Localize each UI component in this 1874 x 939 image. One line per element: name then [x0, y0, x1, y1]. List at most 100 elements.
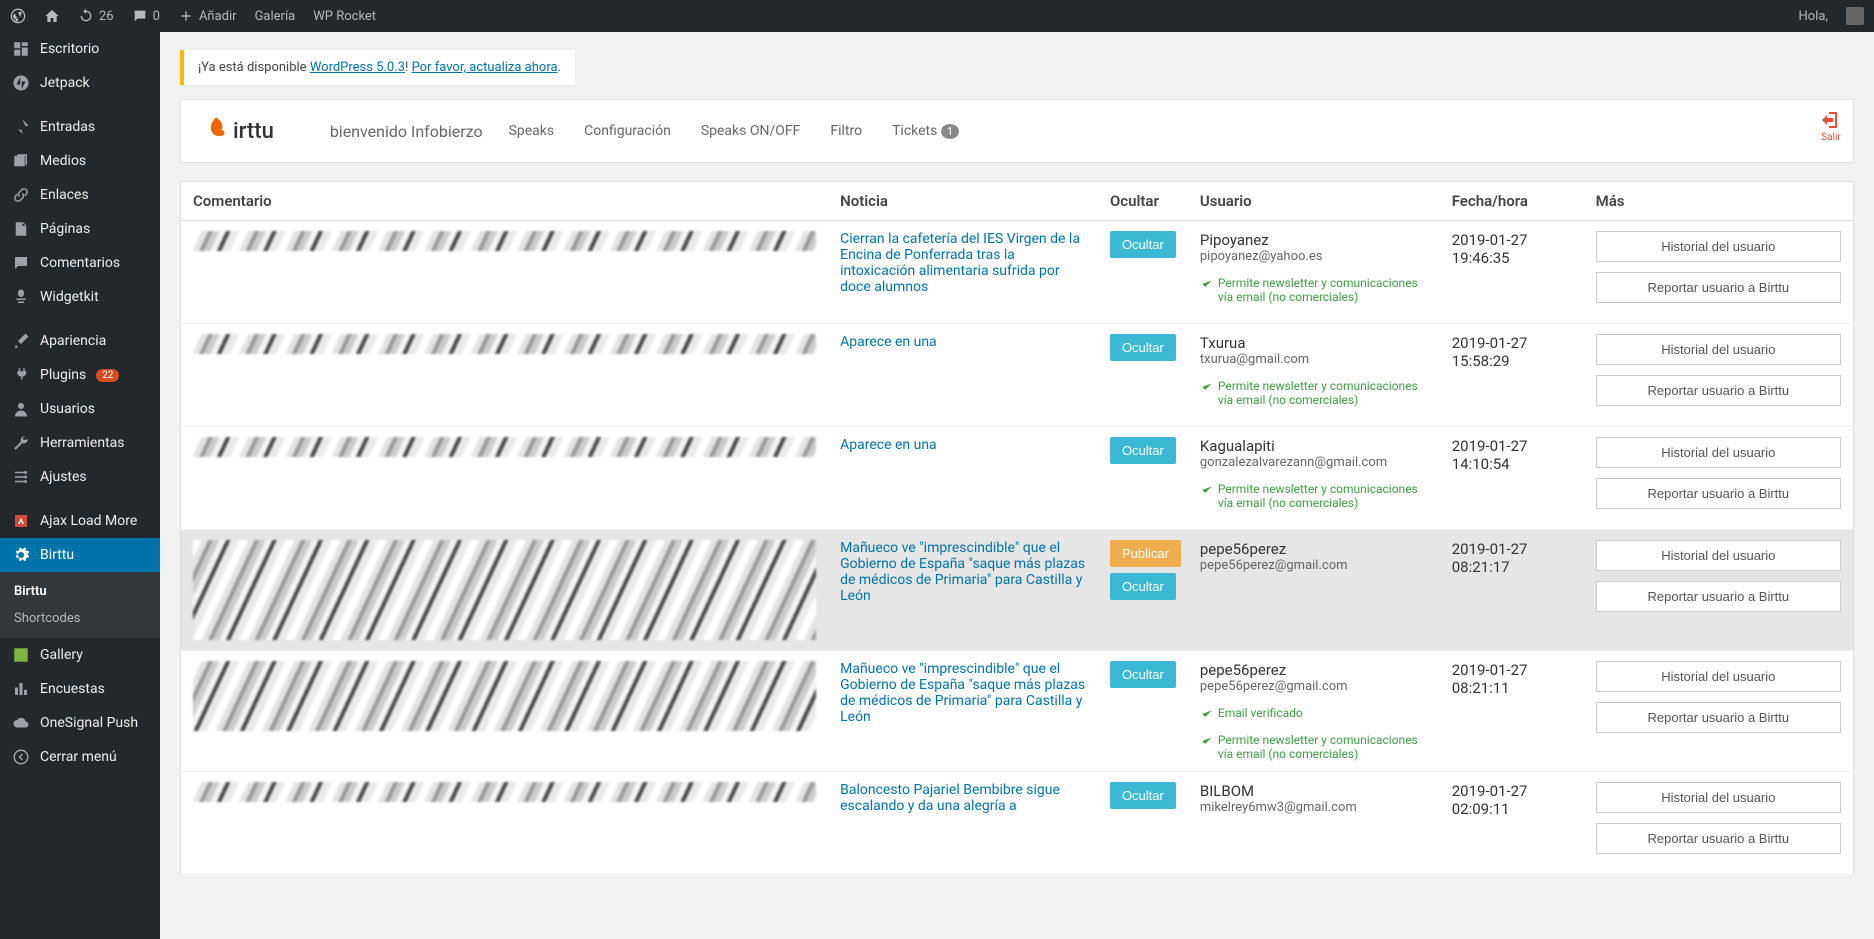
historial-button[interactable]: Historial del usuario — [1596, 661, 1841, 692]
update-now-link[interactable]: Por favor, actualiza ahora — [412, 60, 558, 75]
comments-link[interactable]: 0 — [132, 8, 160, 24]
plugin-nav: Speaks Configuración Speaks ON/OFF Filtr… — [509, 123, 959, 139]
cell-user: Pipoyanezpipoyanez@yahoo.esPermite newsl… — [1188, 221, 1440, 324]
redacted-comment — [193, 782, 816, 802]
news-link[interactable]: Aparece en una — [840, 437, 937, 453]
nav-speaks[interactable]: Speaks — [509, 123, 555, 139]
ocultar-button[interactable]: Ocultar — [1110, 334, 1176, 361]
reportar-button[interactable]: Reportar usuario a Birttu — [1596, 478, 1841, 509]
user-name: BILBOM — [1200, 782, 1428, 800]
sidebar-item-ajustes[interactable]: Ajustes — [0, 460, 160, 494]
redacted-comment — [193, 661, 816, 731]
cell-hide: Ocultar — [1098, 772, 1188, 875]
sidebar-item-label: Birttu — [40, 547, 74, 563]
submenu-shortcodes[interactable]: Shortcodes — [0, 605, 160, 632]
ocultar-button[interactable]: Ocultar — [1110, 573, 1176, 600]
wp-logo-icon[interactable] — [10, 8, 26, 24]
sidebar-item-usuarios[interactable]: Usuarios — [0, 392, 160, 426]
avatar[interactable] — [1846, 7, 1864, 25]
sidebar-item-ajax-load-more[interactable]: Ajax Load More — [0, 504, 160, 538]
sidebar-item-encuestas[interactable]: Encuestas — [0, 672, 160, 706]
wp-version-link[interactable]: WordPress 5.0.3 — [310, 60, 405, 75]
ocultar-button[interactable]: Ocultar — [1110, 782, 1176, 809]
cell-hide: Publicar Ocultar — [1098, 530, 1188, 651]
ocultar-button[interactable]: Ocultar — [1110, 661, 1176, 688]
sidebar-item-cerrar-menú[interactable]: Cerrar menú — [0, 740, 160, 774]
submenu-birttu[interactable]: Birttu — [0, 578, 160, 605]
cell-user: pepe56perezpepe56perez@gmail.com — [1188, 530, 1440, 651]
th-comment: Comentario — [181, 182, 829, 221]
historial-button[interactable]: Historial del usuario — [1596, 437, 1841, 468]
publicar-button[interactable]: Publicar — [1110, 540, 1181, 567]
sidebar-item-label: Cerrar menú — [40, 749, 117, 765]
sidebar-item-widgetkit[interactable]: Widgetkit — [0, 280, 160, 314]
user-name: pepe56perez — [1200, 540, 1428, 558]
historial-button[interactable]: Historial del usuario — [1596, 782, 1841, 813]
ocultar-button[interactable]: Ocultar — [1110, 437, 1176, 464]
historial-button[interactable]: Historial del usuario — [1596, 540, 1841, 571]
cell-news: Aparece en una — [828, 427, 1098, 530]
sidebar-item-medios[interactable]: Medios — [0, 144, 160, 178]
news-link[interactable]: Mañueco ve "imprescindible" que el Gobie… — [840, 661, 1085, 725]
user-name: Txurua — [1200, 334, 1428, 352]
sidebar-item-label: Ajustes — [40, 469, 87, 485]
poll-icon — [12, 680, 30, 698]
comment-icon — [12, 254, 30, 272]
news-link[interactable]: Mañueco ve "imprescindible" que el Gobie… — [840, 540, 1085, 604]
sidebar-item-comentarios[interactable]: Comentarios — [0, 246, 160, 280]
table-row: Baloncesto Pajariel Bembibre sigue escal… — [181, 772, 1854, 875]
reportar-button[interactable]: Reportar usuario a Birttu — [1596, 581, 1841, 612]
cell-comment — [181, 772, 829, 875]
updates-link[interactable]: 26 — [78, 8, 114, 24]
greeting-link[interactable]: Hola, — [1799, 9, 1828, 24]
th-more: Más — [1584, 182, 1854, 221]
reportar-button[interactable]: Reportar usuario a Birttu — [1596, 375, 1841, 406]
settings-icon — [12, 468, 30, 486]
sidebar-item-plugins[interactable]: Plugins22 — [0, 358, 160, 392]
cell-date: 2019-01-27 02:09:11 — [1440, 772, 1584, 875]
sidebar-item-label: Plugins — [40, 367, 86, 383]
cell-hide: Ocultar — [1098, 324, 1188, 427]
sidebar-item-label: Escritorio — [40, 41, 99, 57]
reportar-button[interactable]: Reportar usuario a Birttu — [1596, 823, 1841, 854]
cell-hide: Ocultar — [1098, 651, 1188, 772]
nav-filtro[interactable]: Filtro — [830, 123, 862, 139]
home-icon[interactable] — [44, 8, 60, 24]
reportar-button[interactable]: Reportar usuario a Birttu — [1596, 272, 1841, 303]
ocultar-button[interactable]: Ocultar — [1110, 231, 1176, 258]
check-icon — [1200, 277, 1214, 291]
nav-config[interactable]: Configuración — [584, 123, 671, 139]
sidebar-item-herramientas[interactable]: Herramientas — [0, 426, 160, 460]
nav-onoff[interactable]: Speaks ON/OFF — [701, 123, 801, 139]
add-new-link[interactable]: Añadir — [178, 8, 237, 24]
sidebar-item-entradas[interactable]: Entradas — [0, 110, 160, 144]
sidebar-item-label: OneSignal Push — [40, 715, 138, 731]
redacted-comment — [193, 540, 816, 640]
cell-date: 2019-01-27 15:58:29 — [1440, 324, 1584, 427]
historial-button[interactable]: Historial del usuario — [1596, 334, 1841, 365]
sidebar-item-jetpack[interactable]: Jetpack — [0, 66, 160, 100]
gallery-link[interactable]: Galería — [255, 9, 296, 24]
cloud-icon — [12, 714, 30, 732]
sidebar-item-enlaces[interactable]: Enlaces — [0, 178, 160, 212]
wprocket-link[interactable]: WP Rocket — [313, 9, 376, 24]
admin-sidebar: Escritorio Jetpack EntradasMediosEnlacesPá… — [0, 32, 160, 939]
historial-button[interactable]: Historial del usuario — [1596, 231, 1841, 262]
nav-tickets[interactable]: Tickets 1 — [892, 123, 959, 139]
reportar-button[interactable]: Reportar usuario a Birttu — [1596, 702, 1841, 733]
sidebar-item-apariencia[interactable]: Apariencia — [0, 324, 160, 358]
news-link[interactable]: Aparece en una — [840, 334, 937, 350]
plug-icon — [12, 366, 30, 384]
sidebar-item-escritorio[interactable]: Escritorio — [0, 32, 160, 66]
sidebar-item-label: Gallery — [40, 647, 83, 663]
news-link[interactable]: Baloncesto Pajariel Bembibre sigue escal… — [840, 782, 1060, 814]
sidebar-item-páginas[interactable]: Páginas — [0, 212, 160, 246]
sidebar-item-birttu[interactable]: Birttu — [0, 538, 160, 572]
user-mail: mikelrey6mw3@gmail.com — [1200, 800, 1428, 815]
sidebar-item-gallery[interactable]: Gallery — [0, 638, 160, 672]
logout-button[interactable]: Salir — [1819, 108, 1843, 143]
brush-icon — [12, 332, 30, 350]
news-link[interactable]: Cierran la cafetería del IES Virgen de l… — [840, 231, 1080, 295]
sidebar-item-onesignal-push[interactable]: OneSignal Push — [0, 706, 160, 740]
cell-hide: Ocultar — [1098, 427, 1188, 530]
